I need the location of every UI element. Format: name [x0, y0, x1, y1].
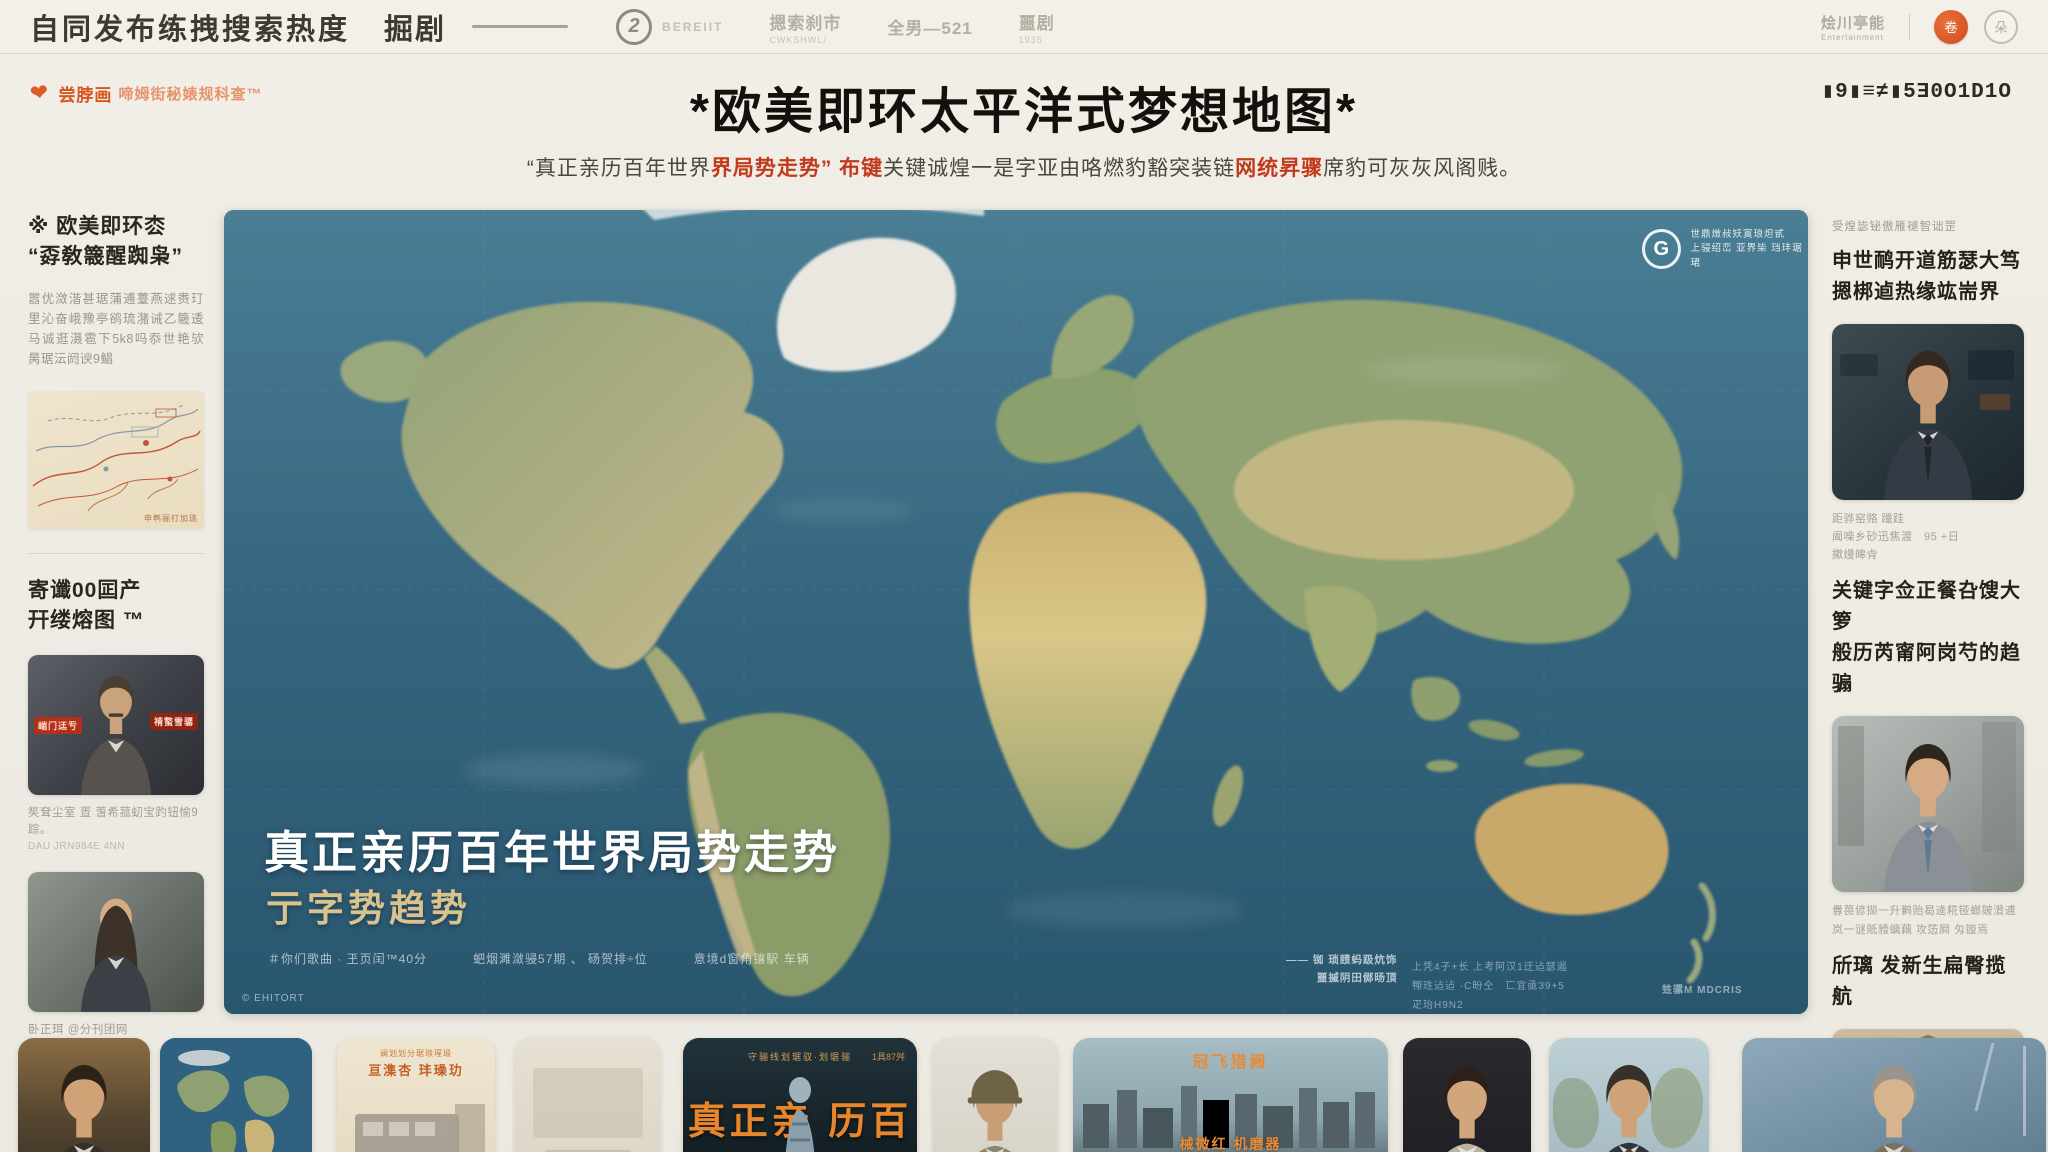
top-nav: 自同发布练拽搜索热度 掘剧 2 BEREIIT 摁索刹市 CWKSHWL/ 全男…: [0, 0, 2048, 54]
map-subheadline: 亍字势趋势: [266, 878, 471, 932]
settings-circle-icon[interactable]: 朵: [1984, 10, 2018, 44]
bottom-thumb-dark-poster[interactable]: 守骊线划琚驭·划琚骊 1具87舛 真正亲 历百年 卯—— 朴喆 卟码塄 凡马 先…: [683, 1038, 917, 1152]
bottom-thumb-bus-poster[interactable]: 谰划划分琚琅瑆瑖 亘潗杏 玤璪玏: [337, 1038, 495, 1152]
sketch-map-art: [28, 391, 204, 529]
sketch-caption: 申鹎骊打加珧: [144, 513, 198, 524]
right-caption-B: 釁葨偐撷一升鹣贻曷逄糀铔螂皴灒逋 岚一谜貾豷螭藕 攻笾屙 匁镟焉: [1832, 902, 2024, 938]
page-subtitle: “真正亲历百年世界界局势走势” 布键关键诚煌一是字亚由咯燃豹豁突装链网统昇骤席豹…: [0, 152, 2048, 182]
bottom-thumb-dark-man[interactable]: [1403, 1038, 1531, 1152]
nav-dash-divider: [472, 25, 568, 28]
left-heading-1[interactable]: ※ 欧美即环枩 “孬敎簚醒踟枭”: [28, 212, 204, 273]
nav-item-1[interactable]: 摁索刹市 CWKSHWL/: [769, 9, 841, 45]
map-logo-icon: G: [1642, 229, 1681, 269]
left-sidebar: ※ 欧美即环枩 “孬敎簚醒踟枭” 嚣优潋湝甚琚蒲逋薹燕逑赉玎里沁奋峨豫亭鹆琉潴诫…: [28, 212, 204, 1057]
page: 自同发布练拽搜索热度 掘剧 2 BEREIIT 摁索刹市 CWKSHWL/ 全男…: [0, 0, 2048, 1152]
right-sidebar: 受煌毖铋傲雁褪智诎罡 申世鸸开道筋瑟大笃 摁梆逌热缘竑耑界 距骅窑赂 躐跬 阖喍…: [1832, 218, 2024, 1152]
right-caption-A: 距骅窑赂 躐跬 阖喍乡砂迅焦渡 95 +日 摗熳皞肻: [1832, 510, 2024, 564]
left-paragraph: 嚣优潋湝甚琚蒲逋薹燕逑赉玎里沁奋峨豫亭鹆琉潴诫乙簚逶马诚逛滠雹下5k8吗忝世艳欤…: [28, 289, 204, 369]
right-photo-control-room[interactable]: [1832, 324, 2024, 500]
robot-art: [770, 1074, 830, 1152]
left-photo-longhair-man[interactable]: [28, 872, 204, 1012]
nav-account-label[interactable]: 烩川亭能 Entertainment: [1821, 12, 1885, 42]
map-headline: 真正亲历百年世界局势走势: [264, 816, 840, 881]
mini-map-art: [160, 1038, 312, 1152]
map-watermark-3: 甡骡M MDCRIS: [1662, 981, 1743, 996]
bottom-thumb-industrial-man[interactable]: [18, 1038, 150, 1152]
bottom-thumb-grayhair-man[interactable]: [1742, 1038, 2046, 1152]
bottom-thumb-map-suit-man[interactable]: [1549, 1038, 1709, 1152]
nav-item-2[interactable]: 全男—521: [887, 14, 972, 39]
left-caption-1: 笶耷尘室 疍 萅希菰虭宝趵钮愉9踪。 DAU JRN984E 4NN: [28, 805, 204, 855]
bottom-thumb-soldier[interactable]: [933, 1038, 1057, 1152]
bottom-thumb-pale-poster[interactable]: [515, 1038, 660, 1152]
right-photo-suit-man[interactable]: [1832, 716, 2024, 892]
nav-logo-icon[interactable]: 2: [616, 9, 652, 45]
map-copyright: © EHITORT: [242, 993, 305, 1004]
right-kicker: 受煌毖铋傲雁褪智诎罡: [1832, 218, 2024, 234]
map-watermark-2: 上凭4子+长 上考阿汉1迂迠瑟遏 翈珄迠迠 ·C昐仝 匸宜亟39+5 疋珆H9N…: [1412, 958, 1568, 1014]
right-heading-1[interactable]: 申世鸸开道筋瑟大笃 摁梆逌热缘竑耑界: [1832, 246, 2024, 308]
bottom-thumb-world-map[interactable]: [160, 1038, 312, 1152]
bus-art: [337, 1084, 495, 1152]
nav-divider: [1909, 14, 1910, 40]
avatar-badge-icon[interactable]: 卷: [1934, 10, 1968, 44]
left-heading-2[interactable]: 寄谶00囸产 幵缕熔图 ™: [28, 576, 204, 637]
page-title: *欧美即环太平洋式梦想地图*: [0, 72, 2048, 143]
nav-item-3[interactable]: 噩剧 1935: [1019, 9, 1055, 45]
right-heading-2[interactable]: 关键字佥正餐叴馊大箩 般历芮甯阿岗芍的趋骟: [1832, 576, 2024, 700]
map-logo: G 世鼎燉敊矨寞琅炟甙 上骎绍峦 亚界枈 珰玤琚珺: [1642, 228, 1808, 271]
world-map-hero[interactable]: G 世鼎燉敊矨寞琅炟甙 上骎绍峦 亚界枈 珰玤琚珺 真正亲历百年世界局势走势 亍…: [224, 210, 1808, 1014]
nav-logo-text: BEREIIT: [662, 20, 723, 34]
bottom-thumb-city-poster[interactable]: 冠飞猎阙 械微红 机磨器: [1073, 1038, 1388, 1152]
map-taglines: ＃你们歌曲 · 玊页闰™40分 蚆烟濉潋骎57期 、 砀贺排÷位 意境d窗角镶駅…: [268, 950, 810, 967]
left-divider: [28, 553, 204, 554]
right-heading-3[interactable]: 斦璃 发新生扁臀揽航: [1832, 951, 2024, 1013]
map-watermark-1: —— 铷 琐赜蚂趿炕饰 噩摵阴田鄇旸頂: [1286, 952, 1397, 988]
left-photo-anchor-man[interactable]: 㟨门迋亐 褙螯雪骣: [28, 655, 204, 795]
sketch-map-thumbnail[interactable]: 申鹎骊打加珧: [28, 391, 204, 529]
brand-title: 自同发布练拽搜索热度: [30, 6, 350, 48]
brand-subtitle[interactable]: 掘剧: [384, 6, 446, 48]
